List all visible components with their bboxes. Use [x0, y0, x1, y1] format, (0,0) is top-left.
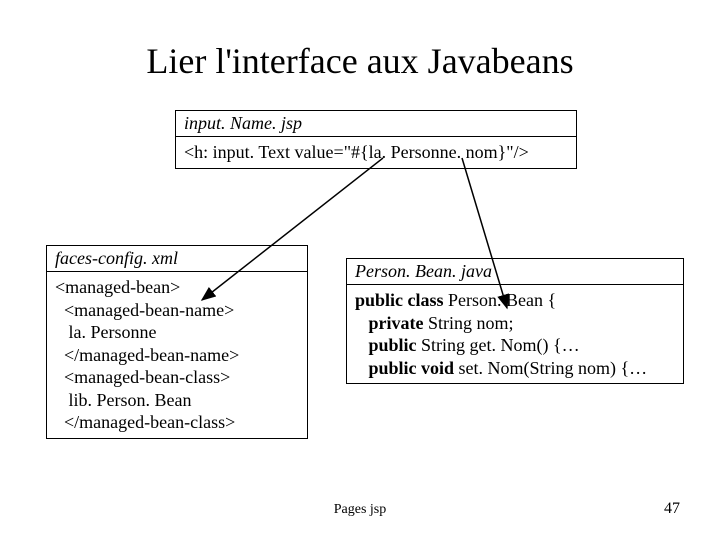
box-faces-config-header: faces-config. xml — [47, 246, 307, 272]
box-person-bean-body: public class Person. Bean { private Stri… — [347, 285, 683, 383]
box-faces-config-body: <managed-bean> <managed-bean-name> la. P… — [47, 272, 307, 438]
slide-title: Lier l'interface aux Javabeans — [0, 40, 720, 82]
footer-page-number: 47 — [664, 500, 680, 518]
box-input-jsp-header: input. Name. jsp — [176, 111, 576, 137]
box-person-bean-header: Person. Bean. java — [347, 259, 683, 285]
box-person-bean: Person. Bean. java public class Person. … — [346, 258, 684, 384]
box-input-jsp: input. Name. jsp <h: input. Text value="… — [175, 110, 577, 169]
footer-center: Pages jsp — [0, 502, 720, 518]
box-faces-config: faces-config. xml <managed-bean> <manage… — [46, 245, 308, 439]
box-input-jsp-body: <h: input. Text value="#{la. Personne. n… — [176, 137, 576, 168]
